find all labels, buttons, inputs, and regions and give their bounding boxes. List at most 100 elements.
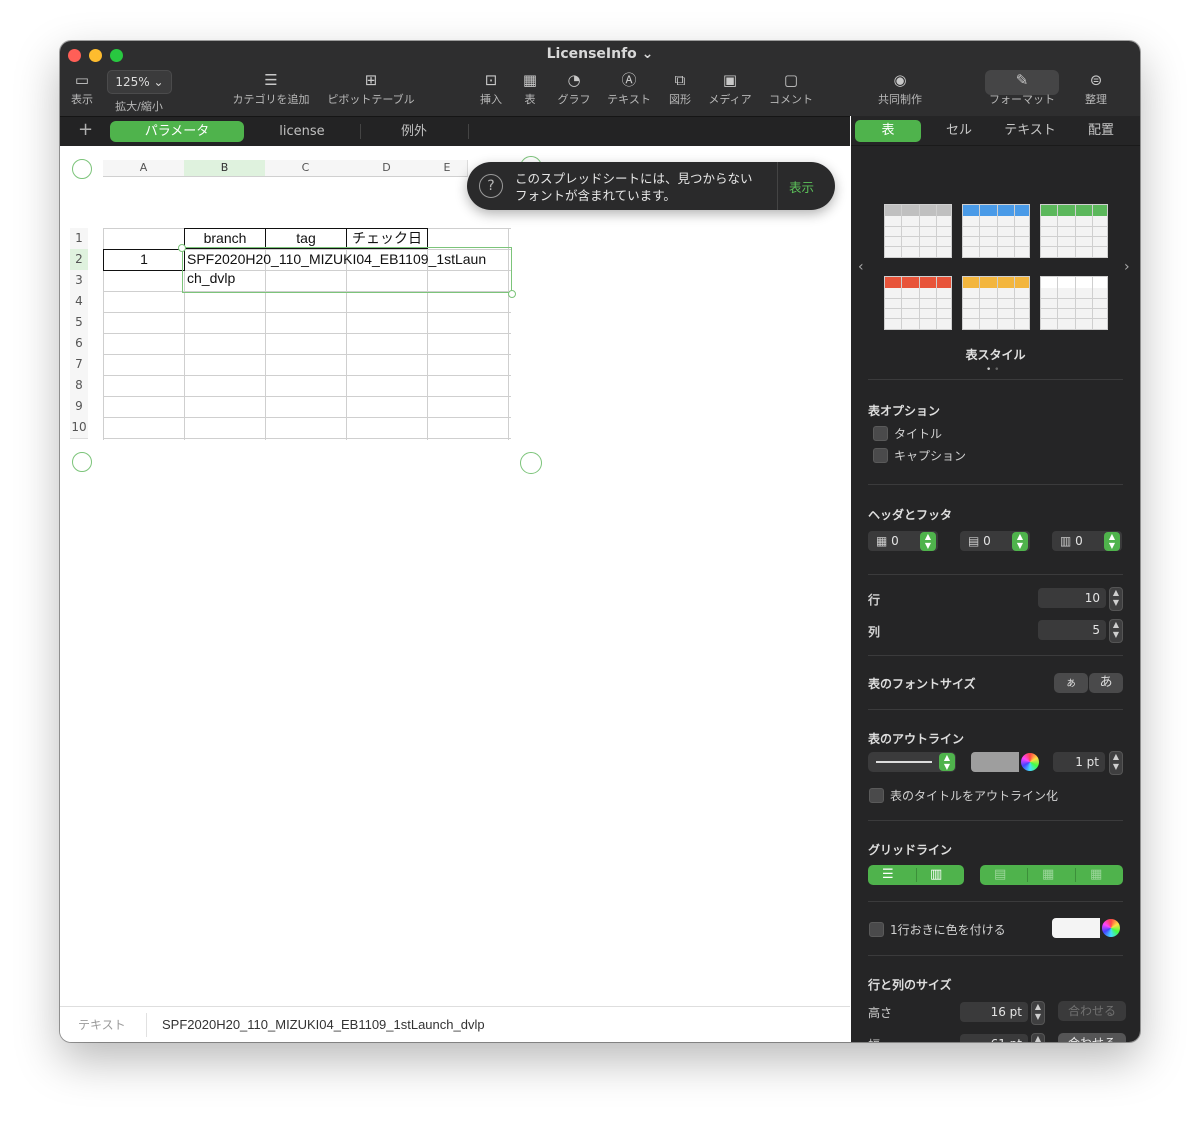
header-cols-icon: ▤ bbox=[968, 534, 980, 548]
header-col-gridlines-icon[interactable]: ▦ bbox=[1042, 867, 1054, 882]
cell-c1[interactable]: tag bbox=[265, 228, 347, 249]
column-header-e[interactable]: E bbox=[427, 160, 468, 177]
outline-title-checkbox[interactable] bbox=[869, 788, 884, 803]
cell-d1[interactable]: チェック日 bbox=[346, 228, 428, 249]
alternate-color-wheel-icon[interactable] bbox=[1102, 919, 1120, 937]
outline-title: 表のアウトライン bbox=[868, 732, 965, 746]
caption-checkbox[interactable] bbox=[873, 448, 888, 463]
fit-height-button[interactable]: 合わせる bbox=[1058, 1001, 1126, 1021]
column-width-stepper[interactable]: ▲▼ bbox=[1031, 1033, 1045, 1042]
media-button[interactable]: ▣ メディア bbox=[706, 69, 754, 107]
pivot-table-button[interactable]: ⊞ ピボットテーブル bbox=[325, 69, 417, 107]
tab-text[interactable]: テキスト bbox=[997, 120, 1063, 142]
shape-button[interactable]: ⧉ 図形 bbox=[666, 69, 694, 107]
column-header-a[interactable]: A bbox=[103, 160, 185, 177]
row-height-field[interactable]: 16 pt bbox=[960, 1002, 1028, 1022]
next-style-arrow[interactable]: › bbox=[1124, 259, 1130, 275]
header-cols-stepper[interactable]: ▲ ▼ bbox=[1012, 532, 1028, 551]
cols-stepper[interactable]: ▲ ▼ bbox=[1109, 619, 1123, 643]
window-title[interactable]: LicenseInfo ⌄ bbox=[60, 46, 1140, 62]
cell-a2[interactable]: 1 bbox=[103, 249, 185, 271]
fit-width-button[interactable]: 合わせる bbox=[1058, 1033, 1126, 1042]
row-header-9[interactable]: 9 bbox=[70, 396, 88, 418]
font-larger-button[interactable]: あ bbox=[1089, 673, 1123, 693]
rows-stepper[interactable]: ▲ ▼ bbox=[1109, 587, 1123, 611]
column-header-d[interactable]: D bbox=[346, 160, 428, 177]
row-header-8[interactable]: 8 bbox=[70, 375, 88, 397]
outline-width-field[interactable]: 1 pt bbox=[1053, 752, 1105, 772]
table-style-thumbnail[interactable] bbox=[1040, 276, 1108, 330]
style-col-line bbox=[901, 277, 902, 329]
row-add-handle[interactable] bbox=[72, 452, 92, 472]
table-style-thumbnail[interactable] bbox=[884, 276, 952, 330]
table-style-thumbnail[interactable] bbox=[884, 204, 952, 258]
table-style-thumbnail[interactable] bbox=[962, 276, 1030, 330]
add-sheet-button[interactable]: + bbox=[78, 119, 93, 140]
tab-table[interactable]: 表 bbox=[855, 120, 921, 142]
cell-b1[interactable]: branch bbox=[184, 228, 266, 249]
column-width-field[interactable]: 61 pt bbox=[960, 1034, 1028, 1042]
view-button[interactable]: ▭ 表示 bbox=[66, 69, 98, 107]
column-header-b[interactable]: B bbox=[184, 160, 266, 177]
formula-bar-content[interactable]: SPF2020H20_110_MIZUKI04_EB1109_1stLaunch… bbox=[162, 1007, 485, 1042]
table-select-handle[interactable] bbox=[72, 159, 92, 179]
footer-rows-stepper[interactable]: ▲ ▼ bbox=[1104, 532, 1120, 551]
sheet-tab-exceptions[interactable]: 例外 bbox=[364, 121, 464, 142]
headers-footers-title: ヘッダとフッタ bbox=[868, 508, 953, 522]
vertical-gridlines-icon[interactable]: ▥ bbox=[930, 867, 942, 882]
insert-button[interactable]: ⊡ 挿入 bbox=[477, 69, 505, 107]
column-header-c[interactable]: C bbox=[265, 160, 347, 177]
table-style-thumbnail[interactable] bbox=[1040, 204, 1108, 258]
status-bar: テキスト SPF2020H20_110_MIZUKI04_EB1109_1stL… bbox=[60, 1006, 850, 1042]
footer-rows-icon: ▥ bbox=[1060, 534, 1072, 548]
sheet-tab-license[interactable]: license bbox=[248, 121, 356, 142]
font-smaller-button[interactable]: ぁ bbox=[1054, 673, 1088, 693]
selection-handle[interactable] bbox=[178, 244, 186, 252]
sheet-tab-parameter[interactable]: パラメータ bbox=[110, 121, 244, 142]
rows-field[interactable]: 10 bbox=[1038, 588, 1106, 608]
outline-width-stepper[interactable]: ▲ ▼ bbox=[1109, 751, 1123, 775]
selection-handle[interactable] bbox=[508, 290, 516, 298]
collaborate-button[interactable]: ◉ 共同制作 bbox=[876, 69, 924, 107]
row-header-2[interactable]: 2 bbox=[70, 249, 88, 271]
text-button[interactable]: Ⓐ テキスト bbox=[606, 69, 652, 107]
comment-button[interactable]: ▢ コメント bbox=[767, 69, 815, 107]
row-height-stepper[interactable]: ▲ ▼ bbox=[1031, 1001, 1045, 1025]
row-header-4[interactable]: 4 bbox=[70, 291, 88, 313]
chart-button[interactable]: ◔ グラフ bbox=[556, 69, 592, 107]
notification-show-button[interactable]: 表示 bbox=[789, 177, 814, 196]
row-header-10[interactable]: 10 bbox=[70, 417, 88, 439]
tab-cell[interactable]: セル bbox=[925, 120, 993, 142]
outline-style-popup[interactable]: ▲ ▼ bbox=[868, 752, 956, 772]
title-checkbox[interactable] bbox=[873, 426, 888, 441]
tab-arrange[interactable]: 配置 bbox=[1067, 120, 1135, 142]
row-header-1[interactable]: 1 bbox=[70, 228, 88, 250]
style-row-line bbox=[963, 246, 1029, 247]
header-rows-stepper[interactable]: ▲ ▼ bbox=[920, 532, 936, 551]
row-header-3[interactable]: 3 bbox=[70, 270, 88, 292]
row-header-6[interactable]: 6 bbox=[70, 333, 88, 355]
style-row-line bbox=[963, 226, 1029, 227]
prev-style-arrow[interactable]: ‹ bbox=[858, 259, 864, 275]
alternate-rows-checkbox[interactable] bbox=[869, 922, 884, 937]
zoom-dropdown[interactable]: 125% ⌄ bbox=[107, 70, 172, 94]
cols-field[interactable]: 5 bbox=[1038, 620, 1106, 640]
table-button[interactable]: ▦ 表 bbox=[518, 69, 542, 107]
table-style-thumbnail[interactable] bbox=[962, 204, 1030, 258]
style-row-line bbox=[1041, 308, 1107, 309]
organize-button[interactable]: ⊜ 整理 bbox=[1082, 69, 1110, 107]
horizontal-gridlines-icon[interactable]: ☰ bbox=[882, 867, 894, 882]
row-header-7[interactable]: 7 bbox=[70, 354, 88, 376]
style-row-line bbox=[963, 318, 1029, 319]
outline-color-well[interactable] bbox=[971, 752, 1019, 772]
style-col-line bbox=[919, 205, 920, 257]
outline-color-wheel-icon[interactable] bbox=[1021, 753, 1039, 771]
add-category-button[interactable]: ☰ カテゴリを追加 bbox=[230, 69, 312, 107]
alternate-color-well[interactable] bbox=[1052, 918, 1100, 938]
footer-gridlines-icon[interactable]: ▦ bbox=[1090, 867, 1102, 882]
toolbar: LicenseInfo ⌄ ▭ 表示 125% ⌄ 拡大/縮小 ☰ カテゴリを追… bbox=[60, 41, 1140, 116]
row-header-5[interactable]: 5 bbox=[70, 312, 88, 334]
table-resize-handle[interactable] bbox=[520, 452, 542, 474]
format-button[interactable]: ✎ フォーマット bbox=[985, 69, 1059, 107]
header-row-gridlines-icon[interactable]: ▤ bbox=[994, 867, 1006, 882]
